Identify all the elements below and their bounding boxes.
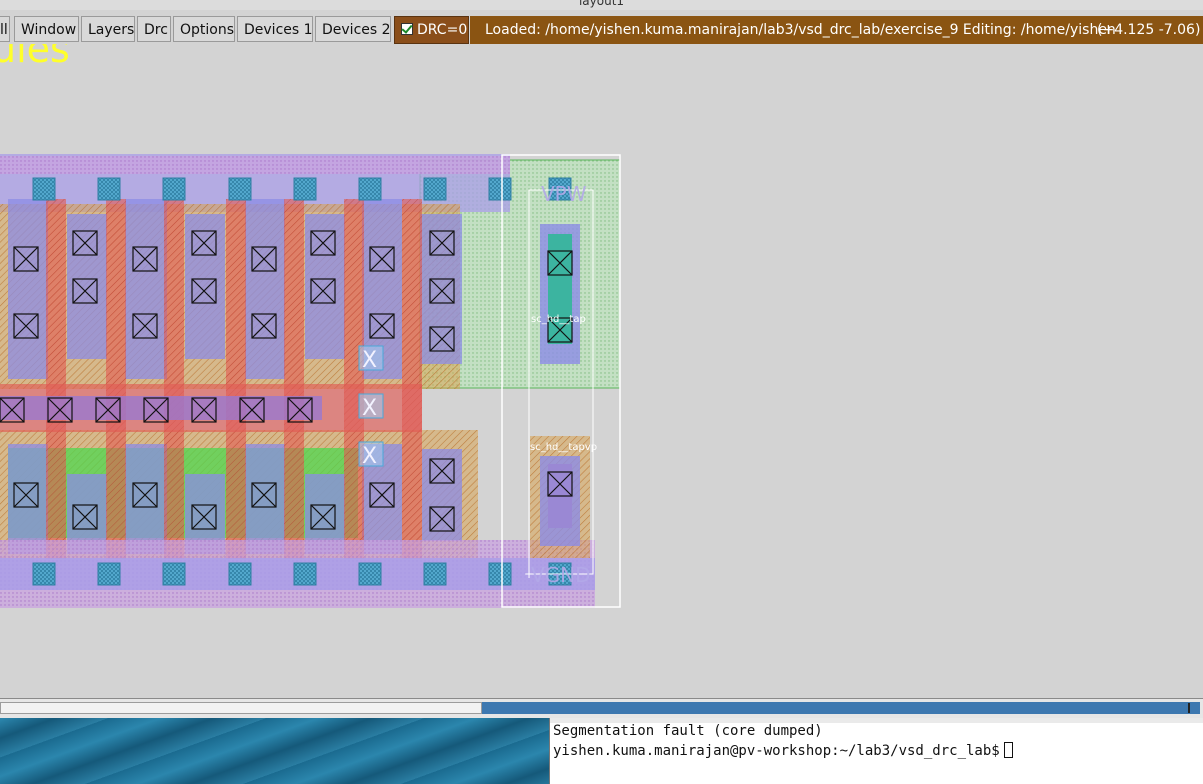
menu-devices1-button[interactable]: Devices 1 [237,16,313,42]
svg-text:X: X [362,444,377,469]
terminal-cursor [1003,742,1013,758]
svg-text:X: X [362,348,377,373]
label-tap: sc_hd__tap [531,314,586,325]
drc-checkbox[interactable] [401,23,413,35]
via-markers[interactable]: X X X [358,345,384,469]
menu-cell-button[interactable]: ll [0,16,10,42]
scroll-thumb[interactable] [482,702,1200,714]
horizontal-scrollbar[interactable] [0,698,1203,718]
drc-toggle[interactable]: DRC=0 [394,16,469,44]
svg-text:X: X [362,396,377,421]
label-tapvpw: sc_hd__tapvp [530,442,597,453]
menu-options-button[interactable]: Options [173,16,235,42]
menu-window-button[interactable]: Window [14,16,79,42]
label-vpw: VPW [541,182,587,206]
menu-bar: ll Window Layers Drc Options Devices 1 D… [0,16,1203,44]
terminal-line: Segmentation fault (core dumped) [553,723,823,739]
terminal-window[interactable]: Segmentation fault (core dumped) yishen.… [549,718,1203,784]
cursor-coordinates: (+4.125 -7.06) -0. [1097,22,1203,38]
status-bar: Loaded: /home/yishen.kuma.manirajan/lab3… [470,16,1203,44]
menu-devices2-button[interactable]: Devices 2 [315,16,391,42]
terminal-prompt-text: yishen.kuma.manirajan@pv-workshop:~/lab3… [553,743,1000,759]
origin-marker: + [524,567,534,581]
window-titlebar[interactable]: layout1 [0,0,1203,10]
drc-label: DRC=0 [417,22,468,38]
label-vgnd: VGND [531,563,591,587]
terminal-prompt[interactable]: yishen.kuma.manirajan@pv-workshop:~/lab3… [553,742,1013,759]
layout-canvas[interactable]: ules X X X VPW sc_hd__tap sc_hd__tapvp V… [0,44,1203,698]
magic-layout-window: layout1 ll Window Layers Drc Options Dev… [0,0,1203,718]
menu-layers-button[interactable]: Layers [81,16,135,42]
scroll-end-marker [1188,703,1190,713]
window-title: layout1 [578,0,625,8]
vpwr-rail-top [0,156,510,174]
cell-title-fragment: ules [0,44,70,71]
menu-drc-button[interactable]: Drc [137,16,171,42]
scroll-track[interactable] [0,702,482,714]
status-text: Loaded: /home/yishen.kuma.manirajan/lab3… [485,22,1116,38]
